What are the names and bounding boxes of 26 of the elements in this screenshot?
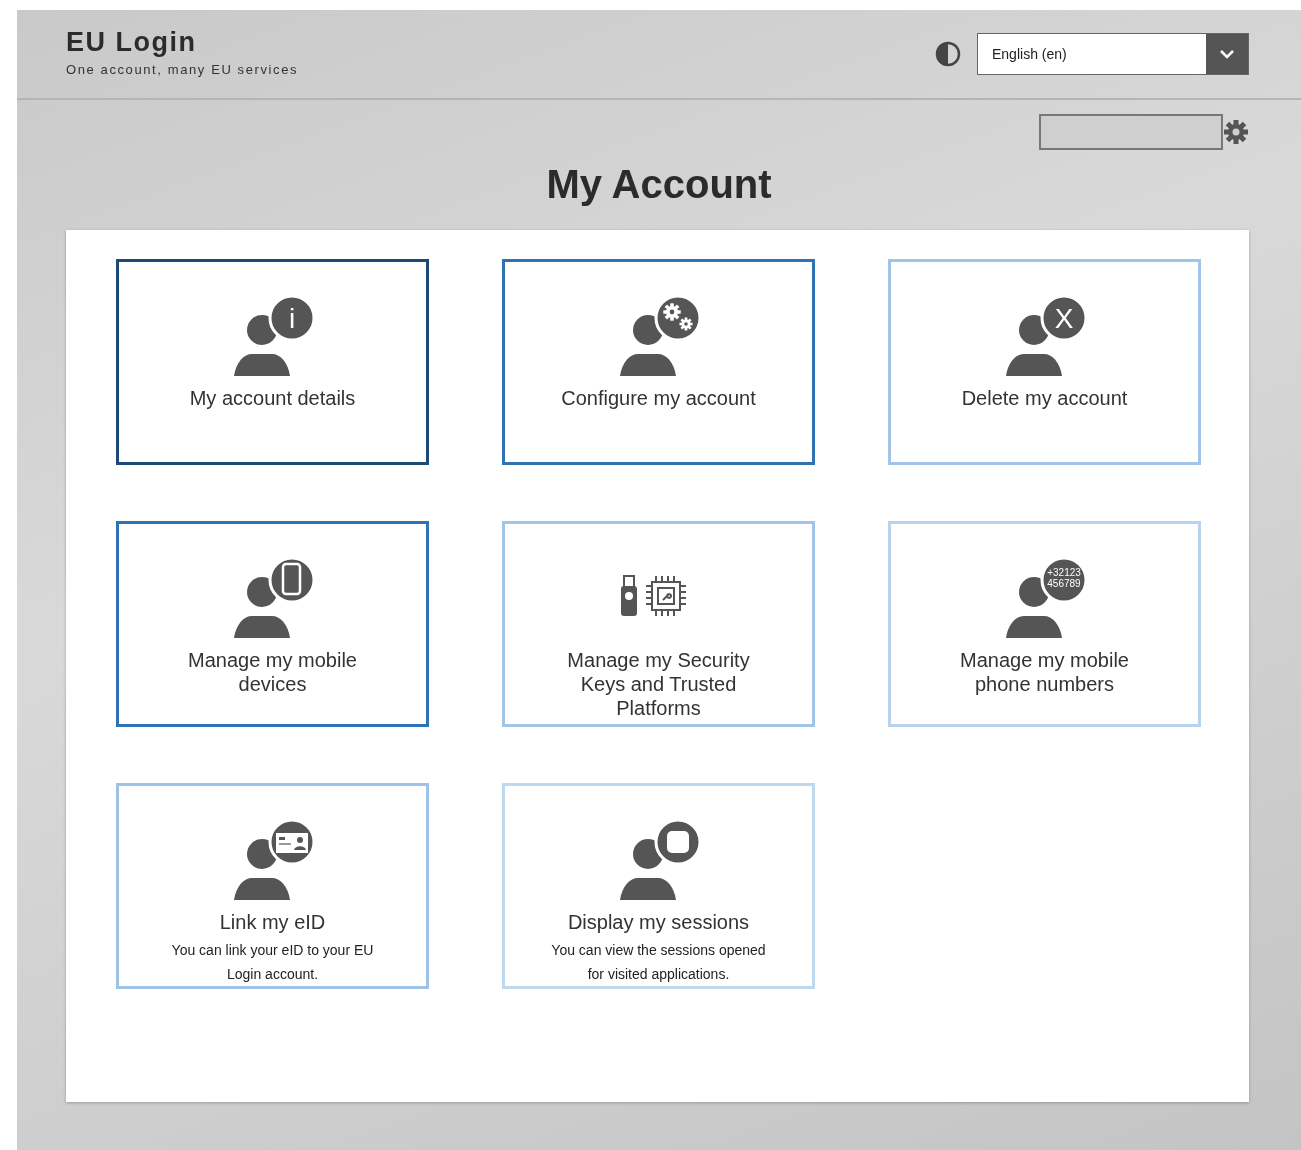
tile-label: Display my sessions — [567, 910, 750, 934]
menu-tile[interactable]: Display my sessions You can view the sessions opened for visited applications. — [502, 783, 815, 989]
tile-label: Link my eID — [219, 910, 326, 934]
menu-tile[interactable]: i My account details — [116, 259, 429, 465]
menu-tile[interactable]: Manage my Security Keys and Trusted Platforms — [502, 521, 815, 727]
tile-label: My account details — [189, 386, 356, 410]
tile-label: Configure my account — [561, 386, 756, 410]
app-subtitle: One account, many EU services — [66, 60, 299, 79]
app-title: EU Login — [66, 28, 198, 56]
caret-icon — [1220, 49, 1234, 59]
tile-label: Manage my mobile phone numbers — [959, 648, 1130, 696]
menu-tile[interactable]: X Delete my account — [888, 259, 1201, 465]
tile-description: You can view the sessions opened for visited applications. — [550, 941, 767, 984]
tile-label: Manage my mobile devices — [187, 648, 358, 696]
menu-tile[interactable]: Manage my mobile devices — [116, 521, 429, 727]
menu-tile[interactable]: Link my eID You can link your eID to your EU Login account. — [116, 783, 429, 989]
language-select[interactable]: English (en) — [977, 33, 1249, 75]
tile-label: Delete my account — [961, 386, 1128, 410]
tile-description: You can link your eID to your EU Login account. — [170, 941, 375, 984]
menu-tile[interactable]: Configure my account — [502, 259, 815, 465]
page-title: My Account — [546, 162, 772, 206]
menu-tile[interactable]: +32123 456789 Manage my mobile phone numbers — [888, 521, 1201, 727]
settings-icon[interactable] — [1223, 119, 1249, 145]
tile-label: Manage my Security Keys and Trusted Platforms — [566, 648, 751, 720]
input-field[interactable] — [1039, 114, 1223, 150]
contrast-icon[interactable] — [935, 41, 961, 67]
